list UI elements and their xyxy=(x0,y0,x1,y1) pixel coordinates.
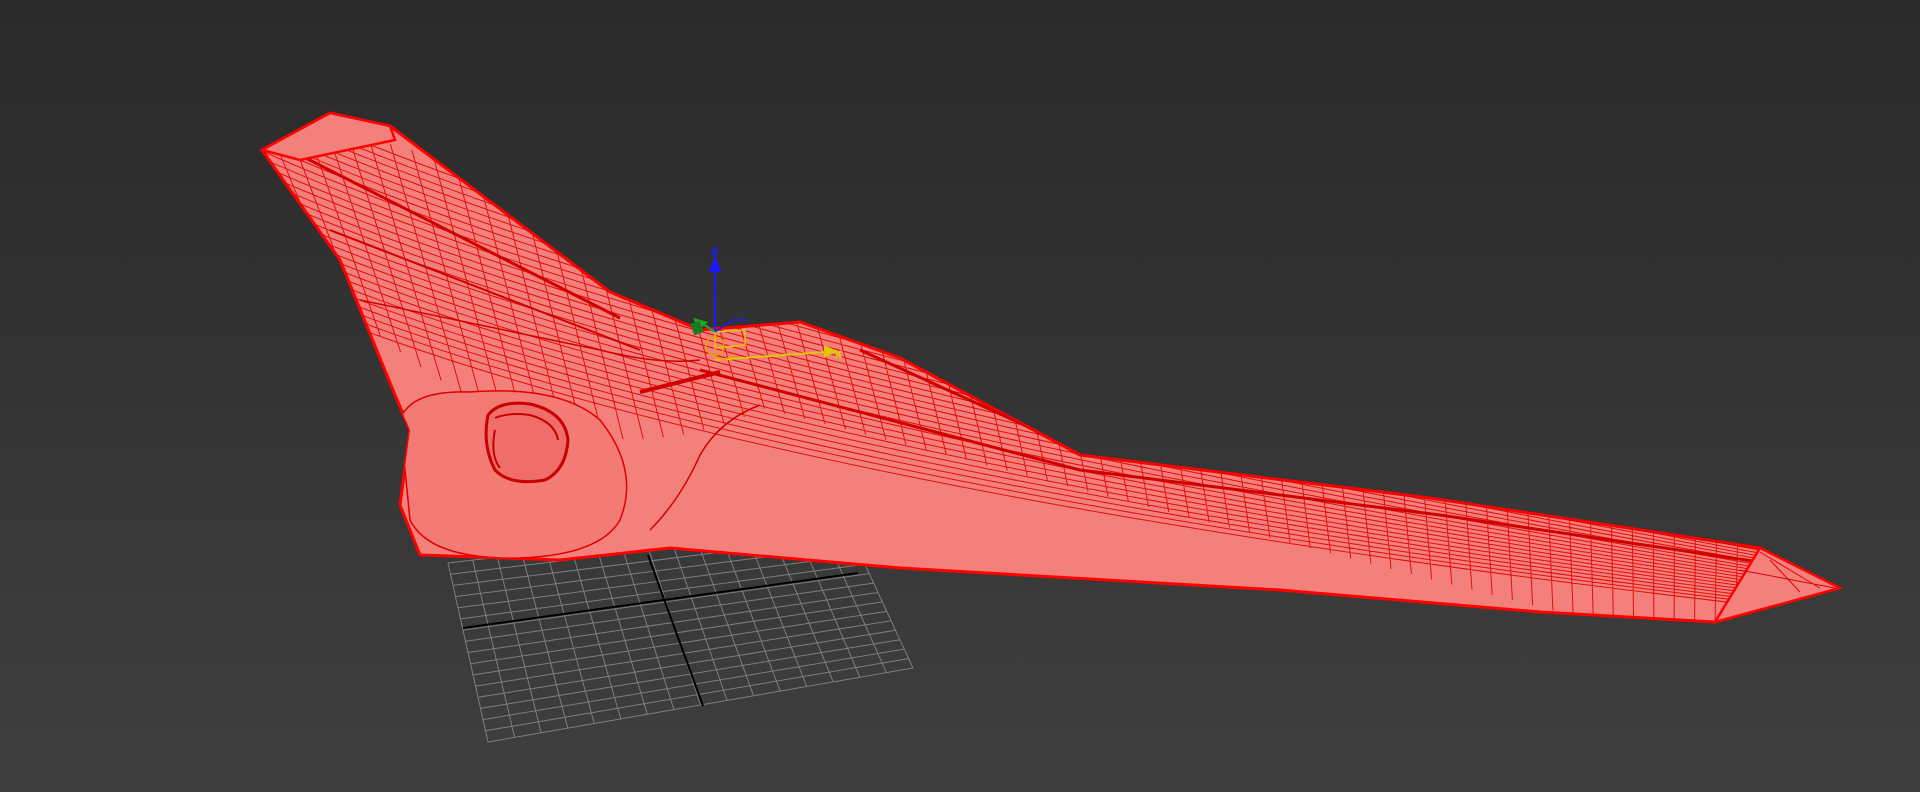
perspective-viewport[interactable]: z x xyxy=(0,0,1920,792)
gizmo-z-label: z xyxy=(711,244,719,259)
gizmo-x-label: x xyxy=(834,347,843,362)
wing-mesh[interactable] xyxy=(240,90,1850,662)
viewport-canvas[interactable]: z x xyxy=(0,0,1920,792)
